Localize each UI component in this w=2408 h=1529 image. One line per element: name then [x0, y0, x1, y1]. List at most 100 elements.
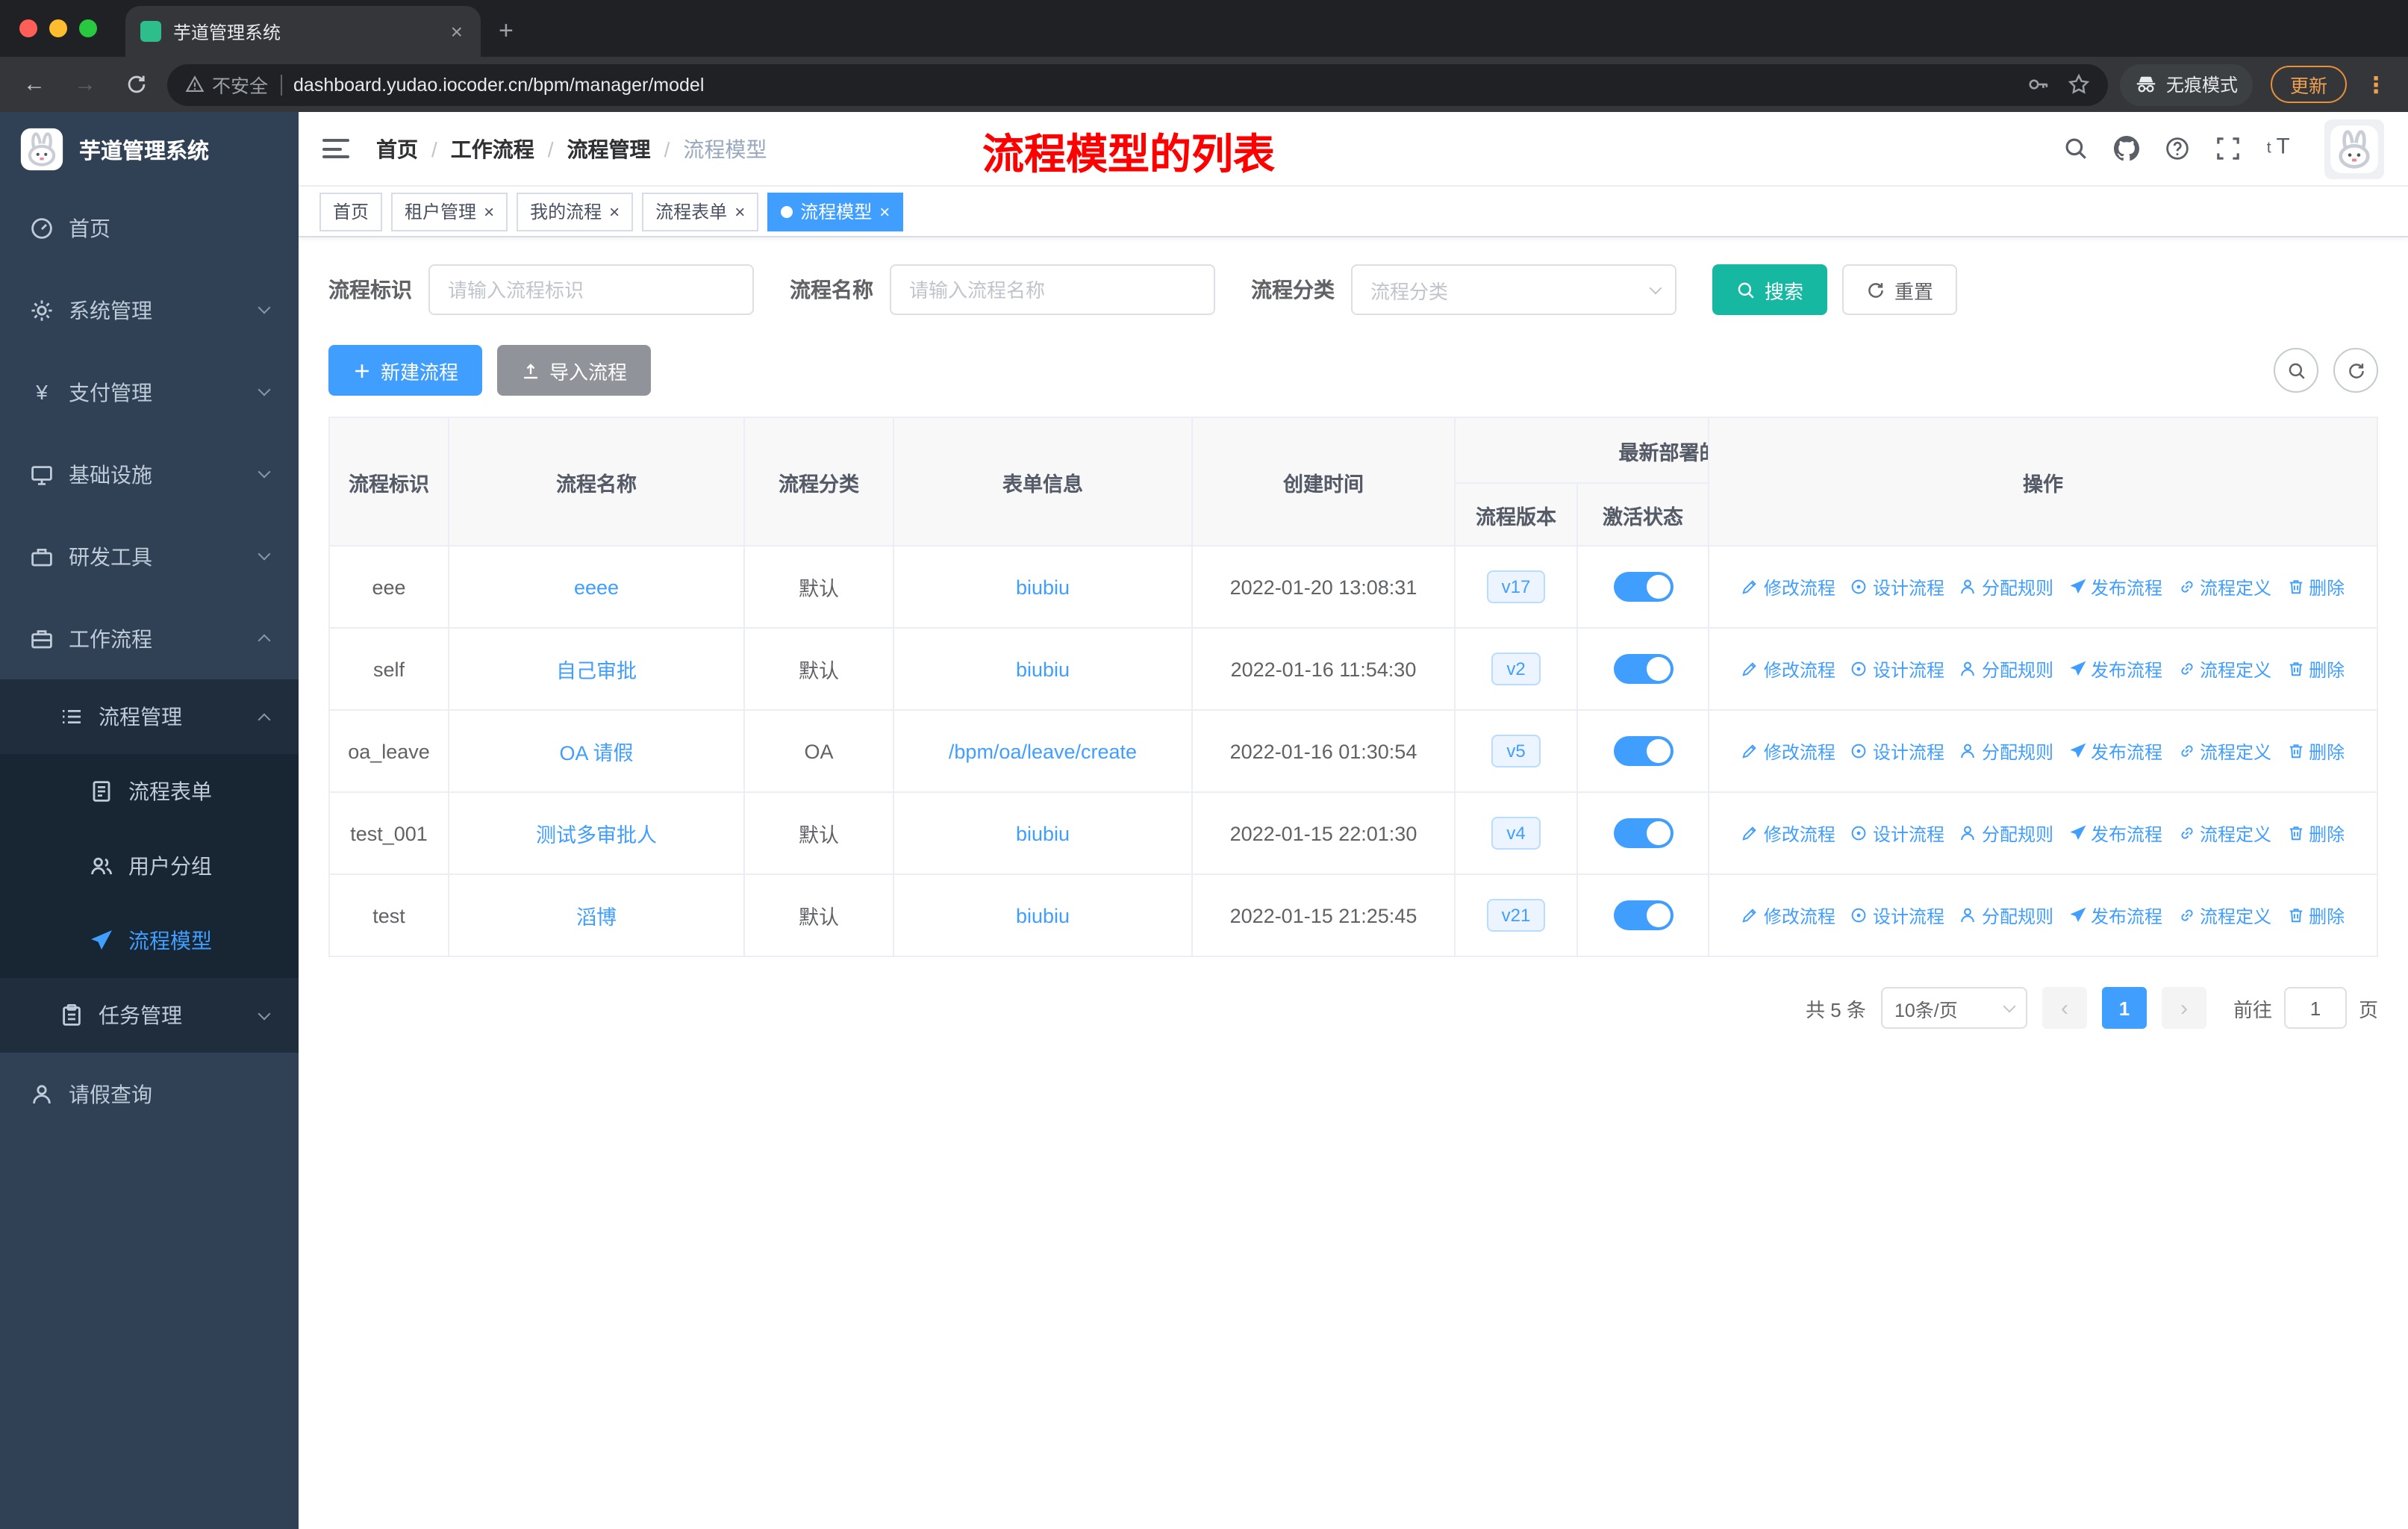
prev-page-button[interactable]: ‹ [2042, 987, 2087, 1029]
bookmark-star-icon[interactable] [2068, 73, 2090, 96]
sidebar-item-workflow[interactable]: 工作流程 [0, 597, 299, 679]
action-definition[interactable]: 流程定义 [2177, 738, 2271, 764]
action-edit[interactable]: 修改流程 [1741, 820, 1835, 846]
action-edit[interactable]: 修改流程 [1741, 574, 1835, 600]
sidebar-item-process-model[interactable]: 流程模型 [0, 903, 299, 978]
breadcrumb-workflow[interactable]: 工作流程 [451, 134, 534, 164]
page-number-1[interactable]: 1 [2101, 987, 2147, 1029]
search-icon[interactable] [2063, 136, 2089, 161]
action-edit[interactable]: 修改流程 [1741, 656, 1835, 682]
breadcrumb-process-mgmt[interactable]: 流程管理 [567, 134, 651, 164]
collapse-sidebar-icon[interactable] [322, 139, 349, 158]
github-icon[interactable] [2114, 136, 2139, 161]
question-icon[interactable] [2165, 136, 2190, 161]
close-icon[interactable]: × [484, 202, 494, 220]
action-publish[interactable]: 发布流程 [2068, 656, 2162, 682]
sidebar-item-user-group[interactable]: 用户分组 [0, 829, 299, 903]
sidebar-item-system-mgmt[interactable]: 系统管理 [0, 269, 299, 351]
key-icon[interactable] [2027, 73, 2050, 96]
action-delete[interactable]: 删除 [2286, 574, 2345, 600]
tab-close-icon[interactable]: × [448, 19, 466, 43]
action-delete[interactable]: 删除 [2286, 903, 2345, 928]
breadcrumb-home[interactable]: 首页 [376, 134, 418, 164]
action-delete[interactable]: 删除 [2286, 738, 2345, 764]
view-tag[interactable]: 我的流程 × [517, 192, 634, 231]
search-button[interactable]: 搜索 [1712, 264, 1828, 315]
form-info-link[interactable]: biubiu [1016, 904, 1070, 927]
action-publish[interactable]: 发布流程 [2068, 738, 2162, 764]
action-publish[interactable]: 发布流程 [2068, 903, 2162, 928]
model-name-link[interactable]: eeee [574, 576, 619, 598]
action-design[interactable]: 设计流程 [1850, 574, 1944, 600]
category-select[interactable]: 流程分类 [1351, 264, 1676, 315]
new-tab-button[interactable]: + [499, 16, 514, 46]
action-edit[interactable]: 修改流程 [1741, 738, 1835, 764]
avatar[interactable] [2324, 119, 2384, 178]
sidebar-item-leave-query[interactable]: 请假查询 [0, 1053, 299, 1135]
action-publish[interactable]: 发布流程 [2068, 820, 2162, 846]
sidebar-item-infrastructure[interactable]: 基础设施 [0, 433, 299, 515]
browser-tab[interactable]: 芋道管理系统 × [125, 6, 481, 57]
goto-page-input[interactable] [2283, 987, 2347, 1029]
action-publish[interactable]: 发布流程 [2068, 574, 2162, 600]
action-assign-rules[interactable]: 分配规则 [1959, 574, 2053, 600]
action-design[interactable]: 设计流程 [1850, 820, 1944, 846]
form-info-link[interactable]: biubiu [1016, 576, 1070, 598]
process-name-input[interactable] [890, 264, 1215, 315]
reload-button[interactable] [116, 65, 155, 104]
reset-button[interactable]: 重置 [1842, 264, 1958, 315]
action-edit[interactable]: 修改流程 [1741, 903, 1835, 928]
next-page-button[interactable]: › [2161, 987, 2206, 1029]
action-assign-rules[interactable]: 分配规则 [1959, 903, 2053, 928]
active-toggle[interactable] [1613, 654, 1673, 684]
sidebar-item-task-mgmt[interactable]: 任务管理 [0, 978, 299, 1053]
model-name-link[interactable]: 滔博 [576, 906, 617, 929]
update-chrome-button[interactable]: 更新 [2270, 66, 2347, 103]
action-definition[interactable]: 流程定义 [2177, 820, 2271, 846]
form-info-link[interactable]: biubiu [1016, 658, 1070, 680]
sidebar-item-dev-tools[interactable]: 研发工具 [0, 515, 299, 597]
forward-button[interactable]: → [66, 65, 105, 104]
action-delete[interactable]: 删除 [2286, 656, 2345, 682]
close-icon[interactable]: × [609, 202, 620, 220]
page-size-select[interactable]: 10条/页 [1880, 987, 2027, 1029]
incognito-badge[interactable]: 无痕模式 [2119, 63, 2253, 105]
close-icon[interactable]: × [734, 202, 745, 220]
sidebar-item-home[interactable]: 首页 [0, 187, 299, 269]
close-icon[interactable]: × [879, 202, 890, 220]
model-name-link[interactable]: OA 请假 [559, 742, 633, 764]
action-assign-rules[interactable]: 分配规则 [1959, 820, 2053, 846]
action-definition[interactable]: 流程定义 [2177, 656, 2271, 682]
action-assign-rules[interactable]: 分配规则 [1959, 738, 2053, 764]
active-toggle[interactable] [1613, 818, 1673, 848]
security-indicator[interactable]: 不安全 [185, 70, 268, 99]
sidebar-item-process-form[interactable]: 流程表单 [0, 754, 299, 829]
action-assign-rules[interactable]: 分配规则 [1959, 656, 2053, 682]
browser-menu-icon[interactable]: ⋮ [2359, 71, 2393, 98]
action-design[interactable]: 设计流程 [1850, 656, 1944, 682]
sidebar-item-process-mgmt[interactable]: 流程管理 [0, 679, 299, 754]
zoom-window-button[interactable] [79, 19, 97, 37]
model-name-link[interactable]: 测试多审批人 [536, 824, 657, 847]
view-tag[interactable]: 流程表单 × [642, 192, 759, 231]
model-name-link[interactable]: 自己审批 [556, 660, 637, 682]
action-definition[interactable]: 流程定义 [2177, 903, 2271, 928]
form-info-link[interactable]: /bpm/oa/leave/create [949, 740, 1137, 762]
sidebar-item-payment-mgmt[interactable]: 支付管理 [0, 351, 299, 433]
view-tag[interactable]: 租户管理 × [391, 192, 508, 231]
view-tag[interactable]: 首页 [319, 192, 383, 231]
active-toggle[interactable] [1613, 572, 1673, 602]
font-size-icon[interactable] [2266, 132, 2299, 158]
form-info-link[interactable]: biubiu [1016, 822, 1070, 844]
action-design[interactable]: 设计流程 [1850, 738, 1944, 764]
view-tag[interactable]: 流程模型 × [767, 192, 904, 231]
action-delete[interactable]: 删除 [2286, 820, 2345, 846]
back-button[interactable]: ← [15, 65, 54, 104]
close-window-button[interactable] [19, 19, 37, 37]
import-process-button[interactable]: 导入流程 [497, 345, 652, 396]
create-process-button[interactable]: 新建流程 [328, 345, 483, 396]
fullscreen-icon[interactable] [2215, 136, 2241, 161]
process-key-input[interactable] [428, 264, 754, 315]
minimize-window-button[interactable] [49, 19, 67, 37]
action-definition[interactable]: 流程定义 [2177, 574, 2271, 600]
